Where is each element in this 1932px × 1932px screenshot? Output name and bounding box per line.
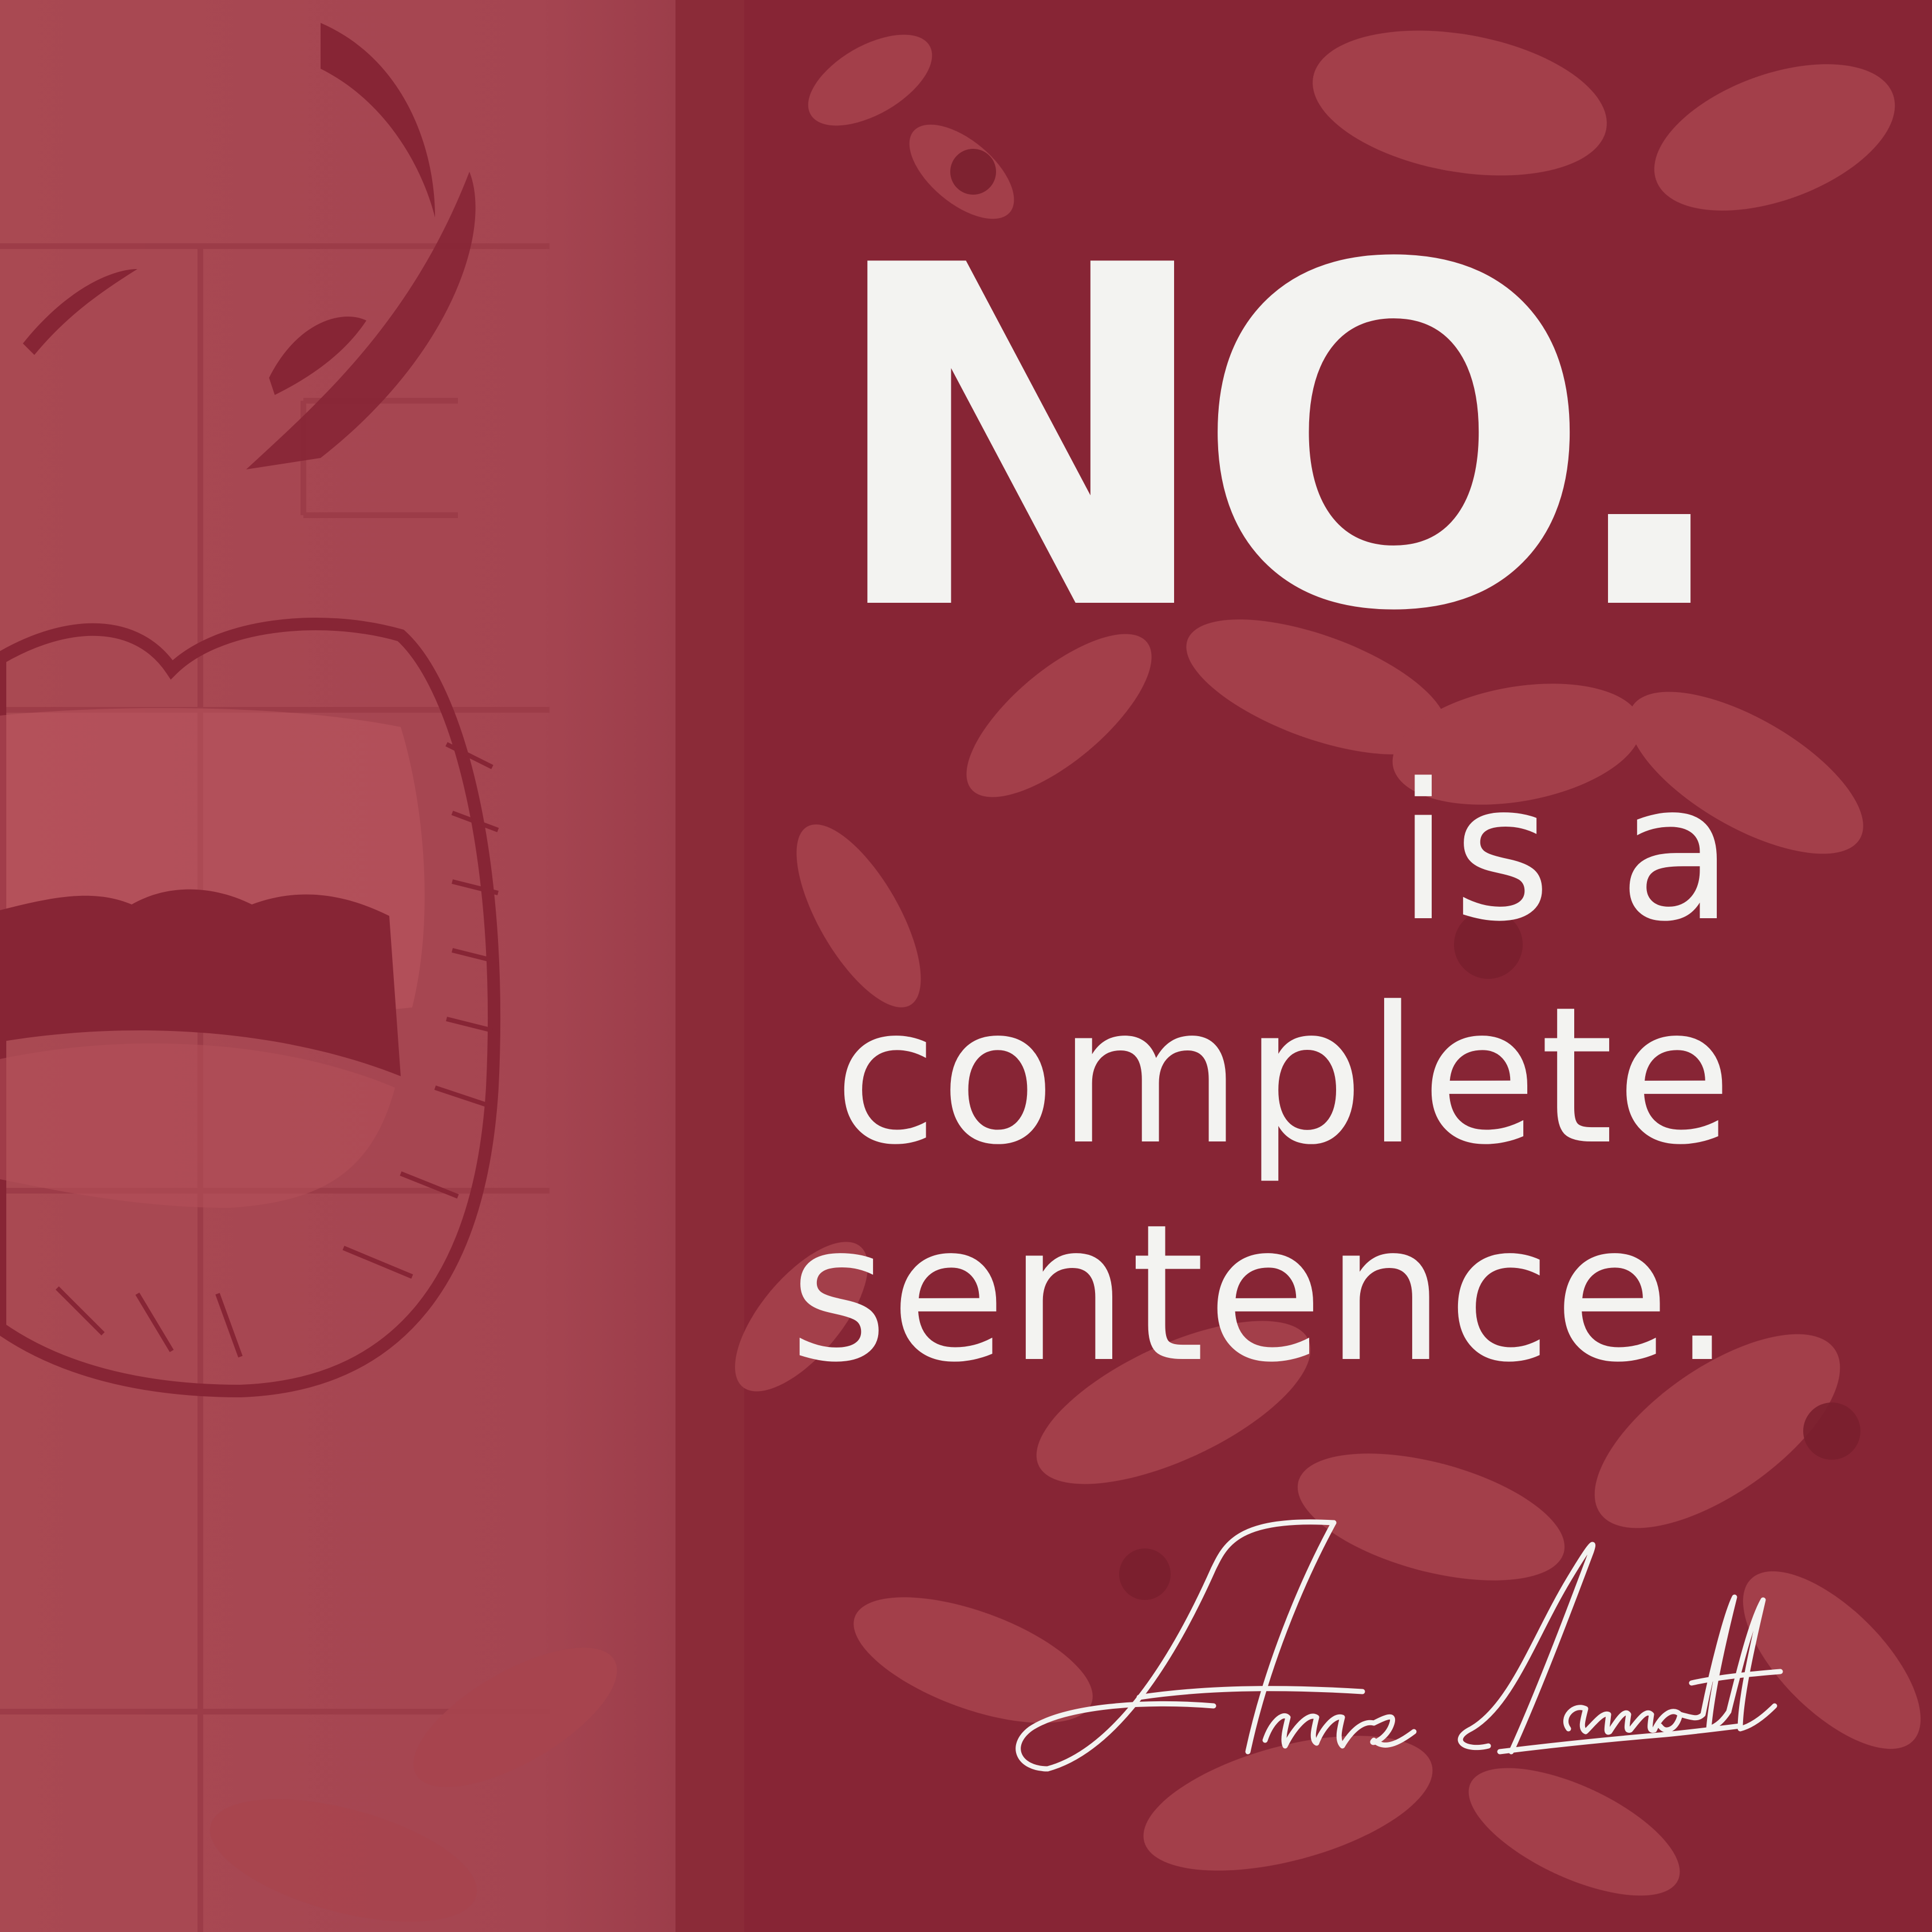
quote-headline: NO. <box>824 168 1739 714</box>
quote-line-3: sentence. <box>789 1184 1735 1404</box>
quote-poster: NO. is a complete sentence. <box>0 0 1932 1932</box>
author-signature <box>1016 1519 1783 1772</box>
quote-line-2: complete <box>833 966 1735 1186</box>
quote-line-1: is a <box>1397 743 1737 963</box>
